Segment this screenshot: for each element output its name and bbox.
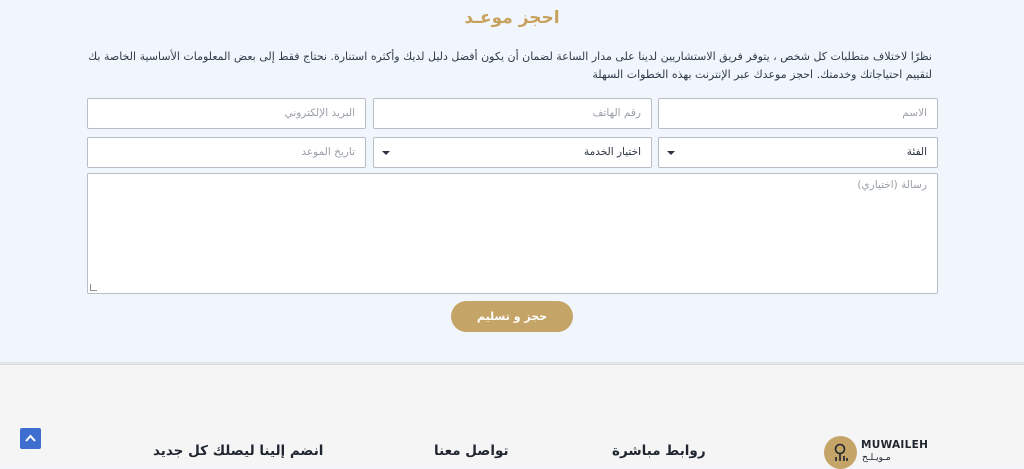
category-select[interactable]: الفئة (658, 137, 938, 168)
service-select[interactable]: اختيار الخدمة (373, 137, 652, 168)
logo-icon[interactable] (824, 436, 857, 469)
service-select-value: اختيار الخدمة (583, 146, 641, 158)
message-placeholder: رسالة (اختياري) (857, 179, 927, 191)
contact-heading: تواصل معنا (434, 443, 509, 459)
scroll-to-top-button[interactable] (20, 428, 41, 449)
logo-subtitle: مـويـلـح (862, 453, 891, 463)
logo-name: MUWAILEH (861, 439, 929, 451)
chevron-down-icon (667, 151, 675, 155)
section-title: احجز موعـد (464, 8, 560, 28)
chevron-down-icon (382, 151, 390, 155)
date-field[interactable]: تاريخ الموعد (87, 137, 366, 168)
quick-links-heading: روابط مباشرة (612, 443, 706, 459)
name-field[interactable]: الاسم (658, 98, 938, 129)
email-field[interactable]: البريد الإلكتروني (87, 98, 366, 129)
booking-section: احجز موعـد نظرًا لاختلاف متطلبات كل شخص … (0, 0, 1024, 362)
submit-button[interactable]: حجز و تسليم (451, 301, 573, 332)
newsletter-heading: انضم إلينا ليصلك كل جديد (153, 443, 324, 459)
message-textarea[interactable]: رسالة (اختياري) (87, 173, 938, 294)
resize-handle-icon[interactable] (90, 284, 97, 291)
category-select-value: الفئة (906, 146, 927, 158)
intro-paragraph: نظرًا لاختلاف متطلبات كل شخص ، يتوفر فري… (88, 50, 932, 81)
arrow-up-icon (25, 434, 36, 442)
footer: انضم إلينا ليصلك كل جديد تواصل معنا رواب… (0, 364, 1024, 469)
phone-field[interactable]: رقم الهاتف (373, 98, 652, 129)
